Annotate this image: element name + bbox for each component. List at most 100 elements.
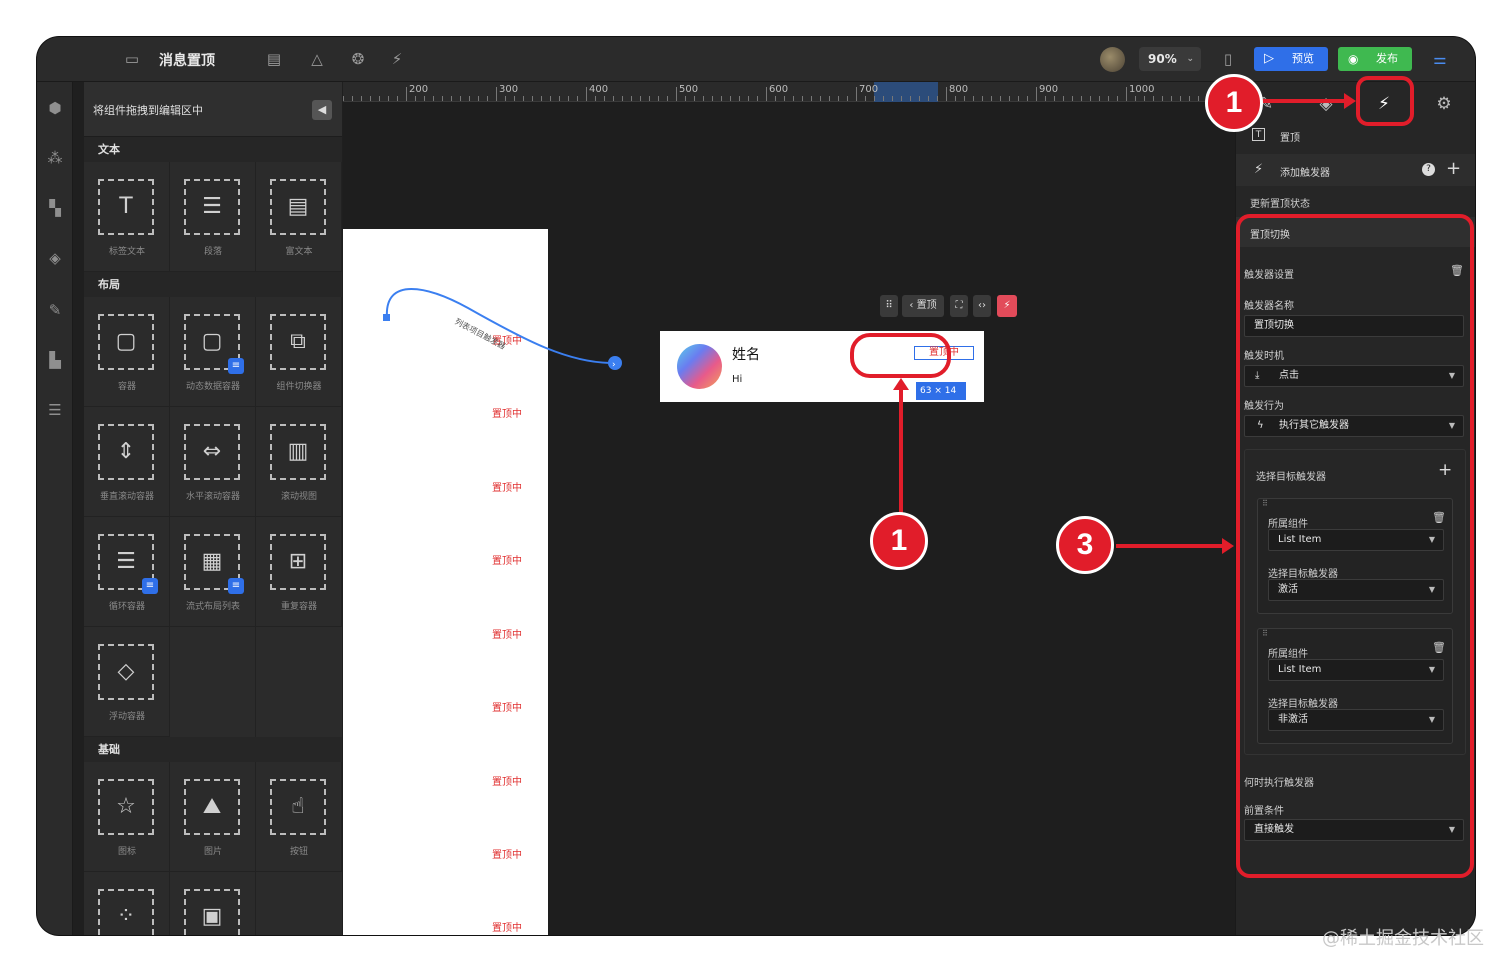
collapse-button[interactable]: ◀	[312, 100, 332, 120]
tile-label: 重复容器	[280, 602, 317, 612]
repeat-container-icon: ⊞	[270, 534, 326, 590]
ruler-tick	[838, 96, 839, 101]
layers-icon[interactable]: ◈	[45, 248, 65, 268]
ruler-tick	[505, 96, 506, 101]
tile-label: 段落	[203, 247, 222, 257]
database-icon: ≡	[228, 578, 244, 594]
package-icon[interactable]: ⚙	[1430, 90, 1458, 118]
ruler-tick	[910, 96, 911, 101]
rich-text-icon: ▤	[270, 179, 326, 235]
ruler-tick	[640, 96, 641, 101]
ruler-tick	[1054, 96, 1055, 101]
tile-dynamic-container[interactable]: ▢ ≡ 动态数据容器	[170, 297, 256, 407]
cube-icon[interactable]: ⬢	[45, 98, 65, 118]
trigger-group-label: 更新置顶状态	[1250, 199, 1310, 210]
ruler-tick	[946, 87, 947, 101]
tile-loading[interactable]: ⁘	[84, 872, 170, 935]
lightning-edit-icon[interactable]: ⚡	[386, 48, 408, 70]
ruler-tick	[892, 96, 893, 101]
layout-icon[interactable]: ▭	[121, 48, 143, 70]
phone-icon[interactable]: ▯	[1217, 48, 1239, 70]
ruler-tick	[523, 96, 524, 101]
tile-vertical-scroll[interactable]: ⇕ 垂直滚动容器	[84, 407, 170, 517]
list-icon[interactable]: ☰	[45, 400, 65, 420]
preview-button[interactable]: ▷ 预览	[1254, 47, 1328, 71]
tile-floating-container[interactable]: ◇ 浮动容器	[84, 627, 170, 737]
ruler-tick	[361, 96, 362, 101]
triangle-icon[interactable]: △	[306, 48, 328, 70]
ruler-tick	[1180, 96, 1181, 101]
tile-qrcode[interactable]: ▣	[170, 872, 256, 935]
tile-label: 容器	[117, 382, 136, 392]
qrcode-icon: ▣	[184, 889, 240, 935]
pin-status-text: 置顶中	[492, 483, 522, 494]
play-icon: ▷	[1264, 51, 1274, 66]
help-icon[interactable]: ?	[1422, 163, 1435, 176]
section-layout: 布局	[84, 272, 342, 297]
loop-container-icon: ☰ ≡	[98, 534, 158, 594]
ruler-tick	[865, 96, 866, 101]
tile-scroll-view[interactable]: ▥ 滚动视图	[256, 407, 342, 517]
ruler-tick	[1009, 96, 1010, 101]
database-icon: ≡	[228, 358, 244, 374]
tile-image[interactable]: ⛰ 图片	[170, 762, 256, 872]
tile-label: 组件切换器	[276, 382, 322, 392]
zoom-select[interactable]: 90% ⌄	[1139, 47, 1201, 71]
ruler-tick	[649, 96, 650, 101]
avatar[interactable]	[1100, 47, 1125, 72]
ruler-label: 500	[679, 84, 699, 95]
publish-button[interactable]: ◉ 发布	[1338, 47, 1412, 71]
ruler-tick	[874, 96, 875, 101]
tile-label: 按钮	[289, 847, 308, 857]
tile-label: 滚动视图	[280, 492, 317, 502]
tile-empty	[170, 627, 256, 737]
annotation-outline-tab	[1356, 76, 1414, 126]
widgets-icon[interactable]: ▚	[45, 198, 65, 218]
annotation-badge: 1	[1205, 74, 1263, 132]
trigger-lightning-icon[interactable]: ⚡	[997, 295, 1017, 317]
add-trigger-button[interactable]: +	[1446, 158, 1461, 179]
ruler-tick	[451, 96, 452, 101]
components-icon[interactable]: ⁂	[45, 148, 65, 168]
tile-label-text[interactable]: T 标签文本	[84, 162, 170, 272]
settings-sliders-icon[interactable]: ⚌	[1429, 48, 1451, 70]
ruler-tick	[964, 96, 965, 101]
fullscreen-icon[interactable]: ⛶	[950, 295, 968, 317]
tile-flow-list[interactable]: ▦ ≡ 流式布局列表	[170, 517, 256, 627]
layers-diamond-icon[interactable]: ◈	[1312, 90, 1340, 118]
ruler-tick	[1162, 96, 1163, 101]
ruler-tick	[388, 96, 389, 101]
ruler-tick	[487, 96, 488, 101]
tile-switcher[interactable]: ⧉ 组件切换器	[256, 297, 342, 407]
ruler-tick	[748, 96, 749, 101]
tile-container[interactable]: ▢ 容器	[84, 297, 170, 407]
ruler-tick	[982, 96, 983, 101]
select-parent-button[interactable]: ‹ 置顶	[902, 295, 944, 317]
tile-icon[interactable]: ☆ 图标	[84, 762, 170, 872]
ruler-tick	[1108, 96, 1109, 101]
element-toolbar: ⠿ ‹ 置顶 ⛶ ‹› ⚡	[880, 295, 1025, 319]
code-icon[interactable]: ‹›	[973, 295, 991, 317]
ruler-tick	[937, 96, 938, 101]
component-icon[interactable]: ❂	[347, 48, 369, 70]
ruler-tick	[469, 96, 470, 101]
text-t-icon: T	[98, 179, 154, 235]
document-icon[interactable]: ▤	[263, 48, 285, 70]
section-basic: 基础	[84, 737, 342, 762]
drag-handle-icon[interactable]: ⠿	[880, 295, 898, 317]
ruler-tick	[514, 96, 515, 101]
tile-rich-text[interactable]: ▤ 富文本	[256, 162, 342, 272]
editor-canvas[interactable]: 200 300 400 500 600 700 800 900 1000 置顶中…	[343, 82, 1235, 935]
tile-label: 浮动容器	[108, 712, 145, 722]
tile-repeat-container[interactable]: ⊞ 重复容器	[256, 517, 342, 627]
pin-status-text: 置顶中	[492, 703, 522, 714]
ruler-tick	[1171, 96, 1172, 101]
tile-horizontal-scroll[interactable]: ⇔ 水平滚动容器	[170, 407, 256, 517]
tile-button[interactable]: ☝ 按钮	[256, 762, 342, 872]
tile-paragraph[interactable]: ☰ 段落	[170, 162, 256, 272]
tile-loop-container[interactable]: ☰ ≡ 循环容器	[84, 517, 170, 627]
tile-label: 富文本	[285, 247, 313, 257]
tools-icon[interactable]: ✎	[45, 300, 65, 320]
pages-icon[interactable]: ▙	[45, 350, 65, 370]
annotation-arrow	[899, 388, 903, 516]
